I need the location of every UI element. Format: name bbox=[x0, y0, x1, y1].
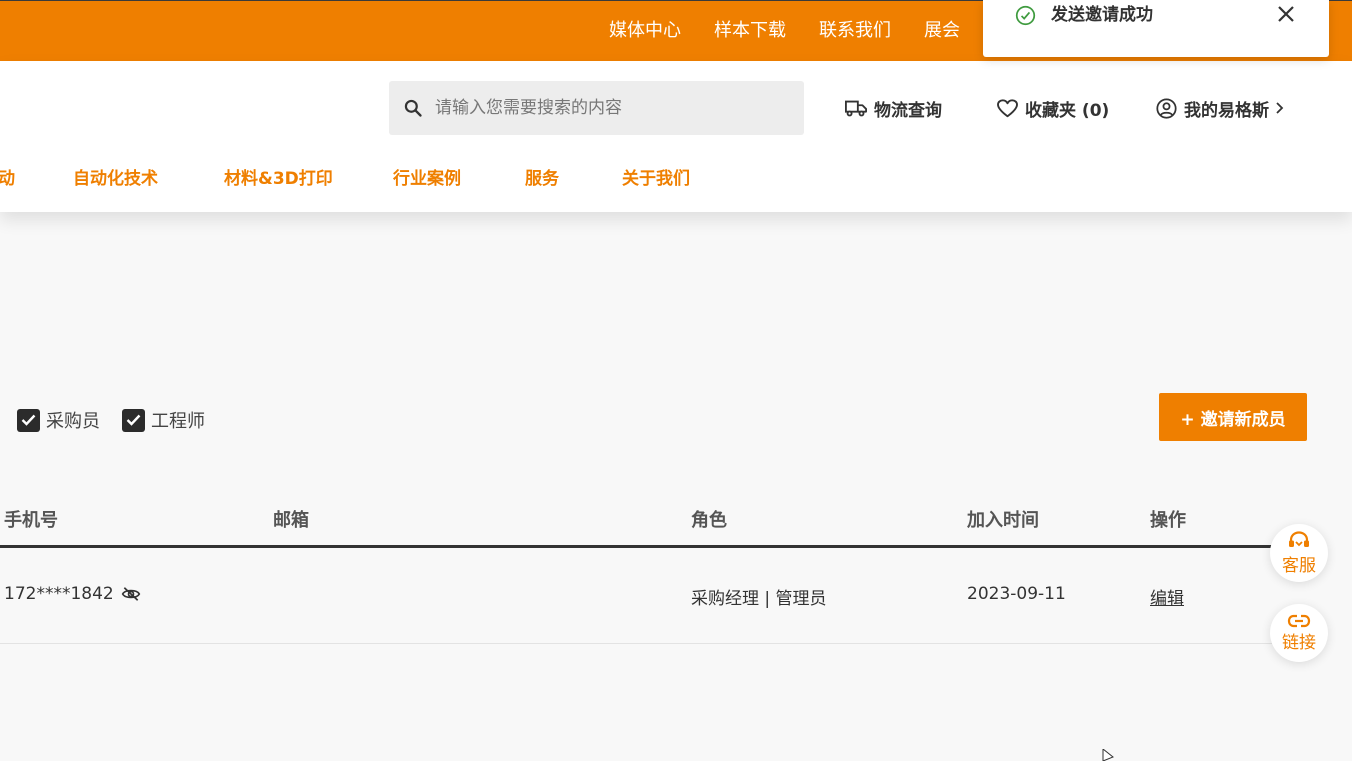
filter-engineer[interactable]: 工程师 bbox=[122, 407, 205, 433]
chevron-right-icon bbox=[1276, 102, 1284, 114]
eye-off-icon[interactable] bbox=[121, 586, 141, 602]
check-circle-icon bbox=[1015, 5, 1036, 26]
filter-engineer-label: 工程师 bbox=[151, 411, 205, 432]
nav-item-services[interactable]: 服务 bbox=[525, 168, 559, 190]
checkbox-checked-icon[interactable] bbox=[17, 408, 40, 432]
nav-item-industry-cases[interactable]: 行业案例 bbox=[393, 168, 461, 190]
checkbox-checked-icon[interactable] bbox=[122, 408, 145, 432]
link-label: 链接 bbox=[1282, 632, 1316, 653]
success-toast: 发送邀请成功 bbox=[983, 0, 1329, 57]
table-header-divider bbox=[0, 545, 1290, 548]
customer-service-button[interactable]: 客服 bbox=[1270, 524, 1328, 582]
topbar-link-media-center[interactable]: 媒体中心 bbox=[609, 19, 681, 43]
topbar-link-exhibitions[interactable]: 展会 bbox=[924, 19, 960, 43]
invite-new-member-button[interactable]: + 邀请新成员 bbox=[1159, 393, 1307, 441]
logistics-query-label: 物流查询 bbox=[874, 100, 942, 121]
table-row-divider bbox=[0, 643, 1290, 644]
cell-role: 采购经理 | 管理员 bbox=[691, 589, 827, 609]
cell-phone: 172****1842 bbox=[4, 584, 141, 604]
customer-service-label: 客服 bbox=[1282, 555, 1316, 576]
filter-buyer[interactable]: 采购员 bbox=[17, 407, 100, 433]
column-header-role: 角色 bbox=[691, 510, 727, 531]
truck-icon bbox=[845, 100, 867, 117]
nav-item-materials-3d[interactable]: 材料&3D打印 bbox=[224, 168, 333, 190]
cell-join-date: 2023-09-11 bbox=[967, 584, 1066, 604]
heart-icon bbox=[997, 98, 1018, 117]
headset-icon bbox=[1289, 530, 1309, 547]
logistics-query-link[interactable]: 物流查询 bbox=[845, 96, 942, 121]
link-button[interactable]: 链接 bbox=[1270, 604, 1328, 662]
toast-message: 发送邀请成功 bbox=[1051, 5, 1153, 25]
search-box[interactable] bbox=[389, 81, 804, 135]
site-header: 物流查询 收藏夹 (0) 我的易格斯 动 自动化技术 材料&3D打印 行业案例 … bbox=[0, 61, 1352, 212]
my-account-link[interactable]: 我的易格斯 bbox=[1156, 96, 1284, 121]
nav-item-about-us[interactable]: 关于我们 bbox=[622, 168, 690, 190]
nav-item-motion[interactable]: 动 bbox=[0, 168, 15, 190]
column-header-join-date: 加入时间 bbox=[967, 510, 1039, 531]
filter-buyer-label: 采购员 bbox=[46, 411, 100, 432]
cell-actions: 编辑 bbox=[1150, 584, 1184, 609]
close-icon[interactable] bbox=[1276, 4, 1296, 24]
search-input[interactable] bbox=[435, 81, 795, 135]
link-icon bbox=[1287, 614, 1311, 627]
column-header-phone: 手机号 bbox=[4, 510, 58, 531]
mouse-cursor-icon bbox=[1102, 749, 1114, 761]
favorites-link[interactable]: 收藏夹 (0) bbox=[997, 96, 1110, 121]
my-account-label: 我的易格斯 bbox=[1184, 100, 1269, 121]
favorites-label: 收藏夹 (0) bbox=[1025, 100, 1110, 121]
edit-link[interactable]: 编辑 bbox=[1150, 584, 1184, 609]
topbar-link-sample-download[interactable]: 样本下载 bbox=[714, 19, 786, 43]
topbar-link-contact-us[interactable]: 联系我们 bbox=[819, 19, 891, 43]
phone-number: 172****1842 bbox=[4, 584, 114, 604]
column-header-email: 邮箱 bbox=[273, 510, 309, 531]
user-circle-icon bbox=[1156, 97, 1177, 119]
column-header-actions: 操作 bbox=[1150, 510, 1186, 531]
search-icon[interactable] bbox=[403, 98, 423, 118]
nav-item-automation[interactable]: 自动化技术 bbox=[73, 168, 158, 190]
